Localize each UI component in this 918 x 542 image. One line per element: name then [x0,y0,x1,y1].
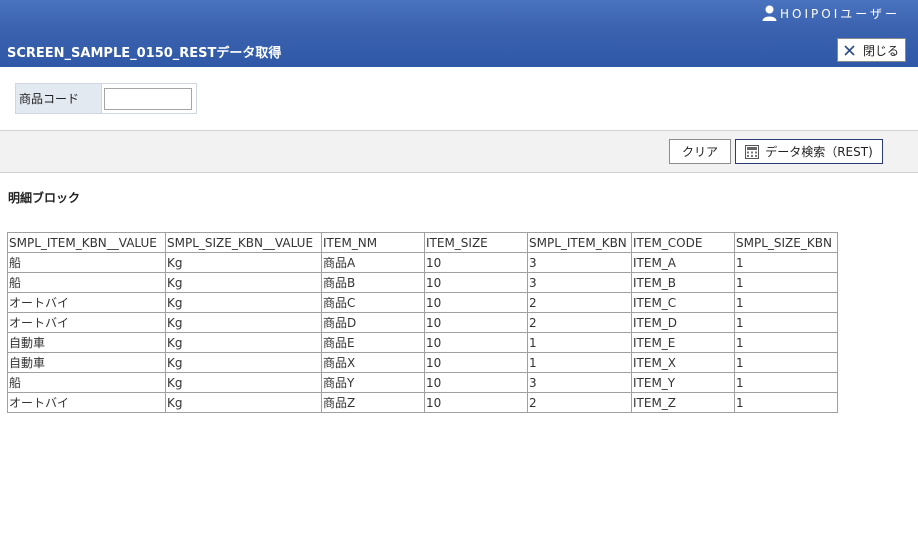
table-cell: 10 [424,292,528,313]
page-title: SCREEN_SAMPLE_0150_RESTデータ取得 [7,46,282,61]
table-cell: ITEM_B [631,272,735,293]
table-cell: 商品D [321,312,425,333]
table-cell: 1 [734,372,838,393]
table-cell: ITEM_Y [631,372,735,393]
table-cell: ITEM_A [631,252,735,273]
search-condition-area: 商品コード [0,67,918,130]
data-search-rest-label: データ検索（REST) [765,145,873,159]
table-row[interactable]: オートバイ Kg 商品Z 10 2 ITEM_Z 1 [7,392,838,413]
table-cell: ITEM_C [631,292,735,313]
table-cell: 2 [527,292,632,313]
table-row[interactable]: 船 Kg 商品A 10 3 ITEM_A 1 [7,252,838,273]
table-cell: 1 [734,312,838,333]
column-header[interactable]: SMPL_ITEM_KBN [527,232,632,253]
table-cell: Kg [165,252,322,273]
close-icon [844,44,855,56]
table-cell: 10 [424,352,528,373]
calculator-icon [745,144,760,159]
table-cell: 10 [424,392,528,413]
user-menu[interactable]: HOIPOIユーザー [762,4,900,22]
table-cell: 商品E [321,332,425,353]
table-cell: 船 [7,252,166,273]
table-cell: 1 [527,352,632,373]
table-cell: 2 [527,392,632,413]
table-cell: 商品C [321,292,425,313]
table-cell: Kg [165,272,322,293]
column-header[interactable]: ITEM_NM [321,232,425,253]
column-header[interactable]: SMPL_ITEM_KBN__VALUE [7,232,166,253]
table-cell: オートバイ [7,312,166,333]
table-cell: 3 [527,272,632,293]
table-cell: 10 [424,372,528,393]
item-code-label: 商品コード [15,83,102,114]
table-cell: 1 [734,352,838,373]
table-cell: 10 [424,332,528,353]
button-bar: クリア データ検索（REST) [0,130,918,173]
table-header-row: SMPL_ITEM_KBN__VALUE SMPL_SIZE_KBN__VALU… [7,232,838,253]
table-cell: 1 [734,392,838,413]
close-button[interactable]: 閉じる [837,38,906,62]
table-cell: 3 [527,252,632,273]
table-cell: Kg [165,352,322,373]
table-cell: 1 [734,332,838,353]
table-cell: 商品A [321,252,425,273]
table-cell: 1 [734,292,838,313]
table-cell: 船 [7,372,166,393]
table-cell: Kg [165,332,322,353]
table-cell: Kg [165,292,322,313]
table-cell: Kg [165,372,322,393]
table-row[interactable]: 自動車 Kg 商品X 10 1 ITEM_X 1 [7,352,838,373]
table-cell: 1 [527,332,632,353]
column-header[interactable]: SMPL_SIZE_KBN__VALUE [165,232,322,253]
table-cell: 自動車 [7,352,166,373]
table-cell: ITEM_Z [631,392,735,413]
user-icon [762,5,777,21]
table-cell: 商品B [321,272,425,293]
table-row[interactable]: オートバイ Kg 商品D 10 2 ITEM_D 1 [7,312,838,333]
user-name: HOIPOIユーザー [780,6,900,21]
table-cell: 1 [734,252,838,273]
table-row[interactable]: 自動車 Kg 商品E 10 1 ITEM_E 1 [7,332,838,353]
table-cell: オートバイ [7,292,166,313]
column-header[interactable]: ITEM_CODE [631,232,735,253]
table-cell: Kg [165,392,322,413]
detail-block-title: 明細ブロック [8,191,81,205]
data-search-rest-button[interactable]: データ検索（REST) [735,139,883,164]
table-row[interactable]: 船 Kg 商品B 10 3 ITEM_B 1 [7,272,838,293]
detail-table: SMPL_ITEM_KBN__VALUE SMPL_SIZE_KBN__VALU… [7,232,838,413]
table-cell: ITEM_D [631,312,735,333]
table-cell: 商品Z [321,392,425,413]
table-cell: 3 [527,372,632,393]
clear-button[interactable]: クリア [669,139,731,164]
app-header: HOIPOIユーザー SCREEN_SAMPLE_0150_RESTデータ取得 … [0,0,918,67]
table-row[interactable]: 船 Kg 商品Y 10 3 ITEM_Y 1 [7,372,838,393]
table-cell: ITEM_X [631,352,735,373]
column-header[interactable]: SMPL_SIZE_KBN [734,232,838,253]
table-cell: 10 [424,272,528,293]
table-cell: 2 [527,312,632,333]
table-row[interactable]: オートバイ Kg 商品C 10 2 ITEM_C 1 [7,292,838,313]
table-cell: 1 [734,272,838,293]
table-cell: 自動車 [7,332,166,353]
table-cell: オートバイ [7,392,166,413]
table-cell: Kg [165,312,322,333]
table-cell: ITEM_E [631,332,735,353]
table-cell: 10 [424,252,528,273]
column-header[interactable]: ITEM_SIZE [424,232,528,253]
table-cell: 10 [424,312,528,333]
item-code-cell [101,83,197,114]
close-button-label: 閉じる [862,43,899,58]
item-code-input[interactable] [104,87,192,110]
table-cell: 船 [7,272,166,293]
table-cell: 商品X [321,352,425,373]
search-form: 商品コード [15,83,197,114]
table-cell: 商品Y [321,372,425,393]
